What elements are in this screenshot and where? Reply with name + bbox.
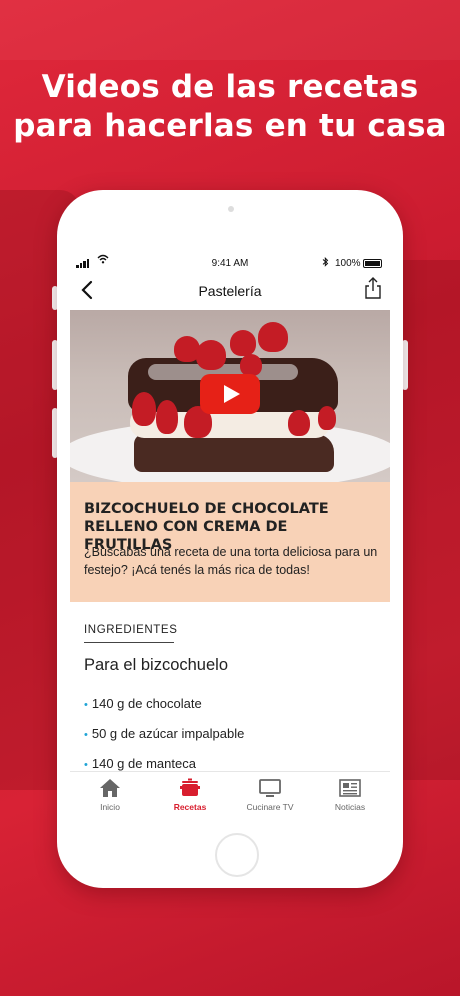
bluetooth-icon (322, 256, 329, 270)
tab-cucinare-tv[interactable]: Cucinare TV (230, 772, 310, 820)
recipe-info-card: BIZCOCHUELO DE CHOCOLATE RELLENO CON CRE… (70, 482, 390, 602)
bullet-icon: • (84, 759, 88, 771)
strawberry (258, 322, 288, 352)
share-icon (365, 277, 381, 299)
bullet-icon: • (84, 729, 88, 741)
battery-icon (363, 259, 382, 268)
phone-home-button[interactable] (215, 833, 259, 877)
tab-recetas[interactable]: Recetas (150, 772, 230, 820)
ingredient-text: 140 g de chocolate (91, 696, 202, 711)
newspaper-icon (339, 779, 361, 797)
headline-line-2: para hacerlas en tu casa (13, 108, 447, 144)
tab-label: Recetas (173, 802, 207, 812)
cake-bottom-layer (134, 434, 334, 472)
recipe-video[interactable] (70, 310, 390, 482)
share-button[interactable] (362, 276, 384, 300)
phone-frame: 9:41 AM 100% Pastelería BIZCOCHUELO DE C… (57, 190, 403, 888)
headline: Videos de las recetas para hacerlas en t… (0, 68, 460, 146)
ingredients-heading: INGREDIENTES (84, 624, 178, 636)
ingredient-item: • 140 g de manteca (84, 756, 196, 771)
strawberry (196, 340, 226, 370)
ingredient-item: • 140 g de chocolate (84, 696, 202, 711)
status-bar: 9:41 AM 100% (70, 250, 390, 272)
tab-label: Inicio (100, 802, 120, 812)
strawberry (288, 410, 310, 436)
ingredient-item: • 50 g de azúcar impalpable (84, 726, 244, 741)
app-screen: 9:41 AM 100% Pastelería BIZCOCHUELO DE C… (70, 250, 390, 820)
ingredients-underline (84, 642, 174, 643)
home-icon (100, 779, 120, 797)
strawberry (240, 354, 262, 376)
battery-percentage: 100% (335, 258, 361, 269)
strawberry (132, 392, 156, 426)
tab-bar: Inicio Recetas Cucinare TV Noticias (70, 771, 390, 820)
ingredient-text: 50 g de azúcar impalpable (91, 726, 245, 741)
tv-icon (259, 779, 281, 797)
youtube-play-icon[interactable] (200, 374, 260, 414)
page-title: Pastelería (198, 283, 262, 299)
ingredient-text: 140 g de manteca (91, 756, 196, 771)
bullet-icon: • (84, 699, 88, 711)
ingredients-section-title: Para el bizcochuelo (84, 656, 229, 674)
tab-label: Noticias (334, 802, 366, 812)
tab-inicio[interactable]: Inicio (70, 772, 150, 820)
phone-camera (228, 206, 234, 212)
strawberry (156, 400, 178, 434)
nav-bar: Pastelería (70, 274, 390, 308)
tab-noticias[interactable]: Noticias (310, 772, 390, 820)
strawberry (230, 330, 256, 356)
strawberry (318, 406, 336, 430)
recipe-description: ¿Buscabas una receta de una torta delici… (84, 545, 378, 577)
pot-icon (180, 778, 200, 796)
headline-line-1: Videos de las recetas (41, 69, 419, 105)
tab-label: Cucinare TV (246, 802, 294, 812)
